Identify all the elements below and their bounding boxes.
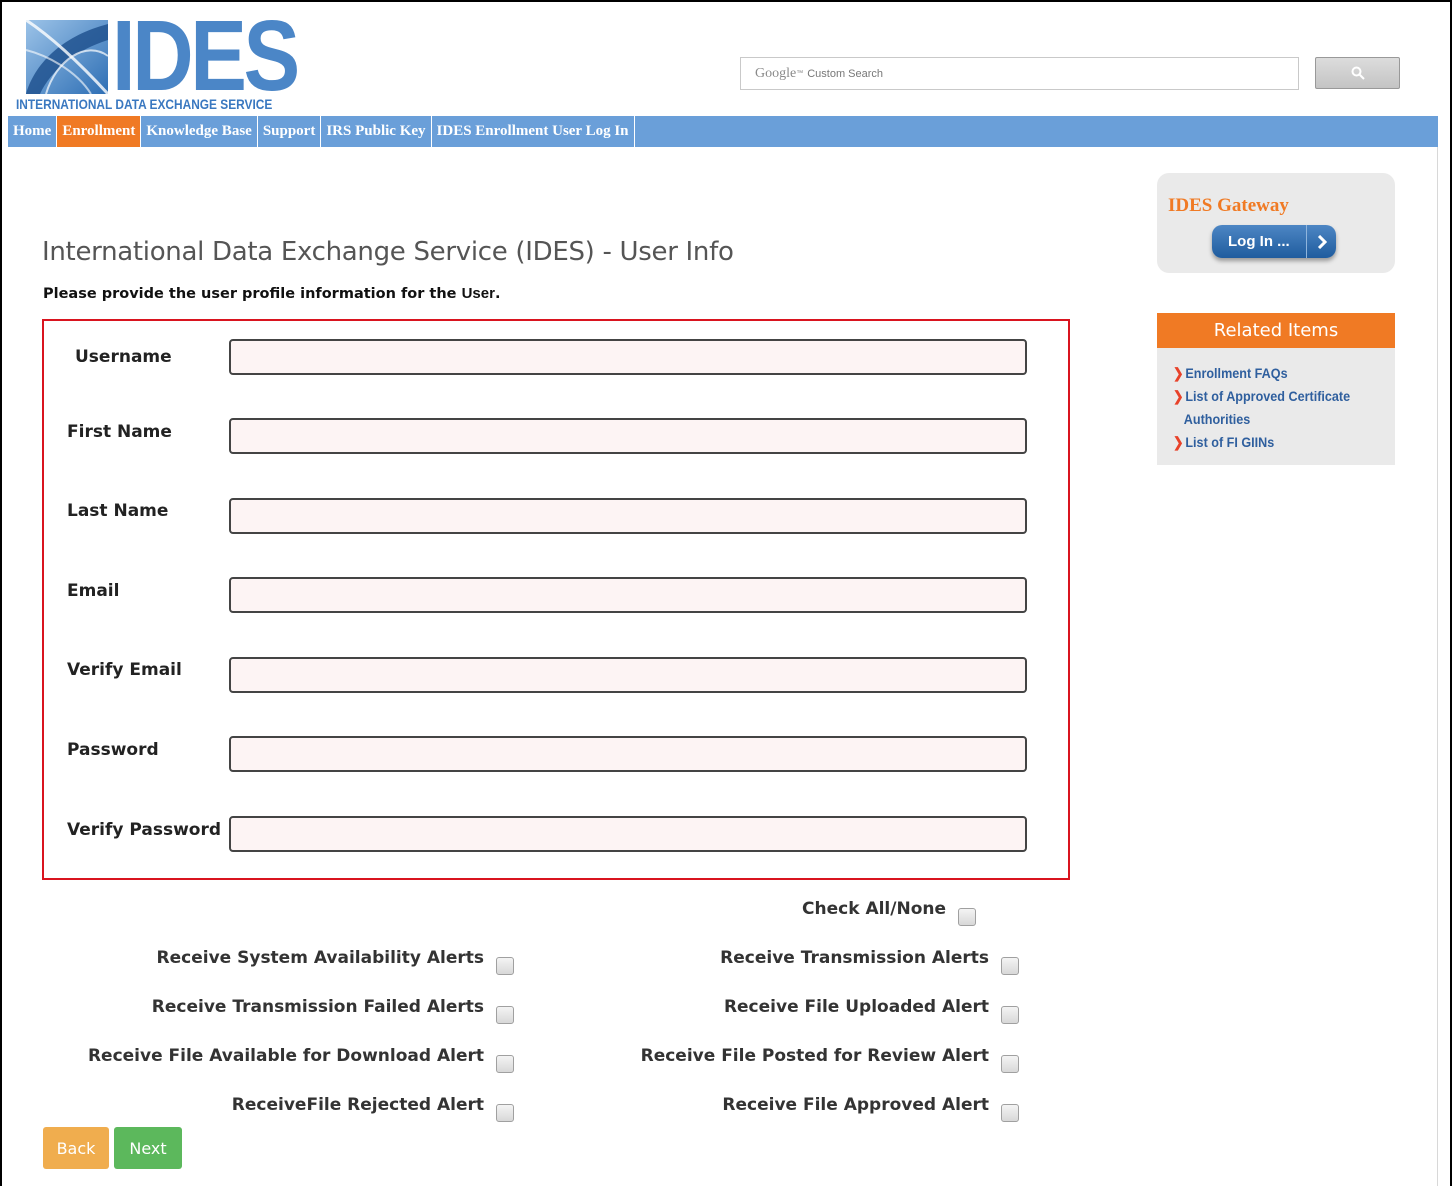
main-nav: Home Enrollment Knowledge Base Support I… bbox=[8, 116, 1438, 147]
content-divider bbox=[1437, 147, 1438, 1186]
instruction-text: Please provide the user profile informat… bbox=[43, 285, 500, 302]
file-available-download-alert-checkbox[interactable] bbox=[496, 1055, 514, 1073]
nav-enrollment[interactable]: Enrollment bbox=[57, 116, 142, 147]
related-items-panel: Related Items ❯ Enrollment FAQs ❯ List of … bbox=[1157, 313, 1395, 465]
search-icon bbox=[1351, 66, 1365, 80]
back-button[interactable]: Back bbox=[43, 1127, 109, 1169]
password-field[interactable] bbox=[229, 736, 1027, 772]
chevron-right-icon: ❯ bbox=[1173, 365, 1184, 381]
search-input[interactable]: Google ™ Custom Search bbox=[740, 57, 1299, 90]
related-link-enrollment-faqs[interactable]: ❯ Enrollment FAQs bbox=[1173, 362, 1373, 385]
nav-enrollment-user-login[interactable]: IDES Enrollment User Log In bbox=[432, 116, 635, 147]
verify-email-field[interactable] bbox=[229, 657, 1027, 693]
chevron-right-icon bbox=[1306, 225, 1336, 258]
username-label: Username bbox=[75, 347, 172, 367]
logo-subtitle: INTERNATIONAL DATA EXCHANGE SERVICE bbox=[16, 96, 273, 112]
nav-support[interactable]: Support bbox=[258, 116, 322, 147]
alert-label: ReceiveFile Rejected Alert bbox=[231, 1095, 484, 1115]
logo-wordmark: IDES bbox=[112, 0, 300, 112]
google-tm: ™ bbox=[796, 70, 804, 77]
search-placeholder: Custom Search bbox=[807, 67, 884, 80]
first-name-label: First Name bbox=[67, 422, 172, 442]
file-rejected-alert-checkbox[interactable] bbox=[496, 1104, 514, 1122]
alert-label: Receive System Availability Alerts bbox=[156, 948, 484, 968]
check-all-checkbox[interactable] bbox=[958, 908, 976, 926]
system-availability-alerts-checkbox[interactable] bbox=[496, 957, 514, 975]
login-label: Log In ... bbox=[1228, 233, 1290, 250]
ides-logo[interactable]: IDES INTERNATIONAL DATA EXCHANGE SERVICE bbox=[12, 6, 300, 112]
alert-label: Receive Transmission Failed Alerts bbox=[151, 997, 484, 1017]
alert-label: Receive File Posted for Review Alert bbox=[640, 1046, 989, 1066]
alert-label: Receive File Uploaded Alert bbox=[723, 997, 989, 1017]
transmission-alerts-checkbox[interactable] bbox=[1001, 957, 1019, 975]
alert-label: Receive File Available for Download Aler… bbox=[87, 1046, 484, 1066]
search-button[interactable] bbox=[1315, 57, 1400, 89]
chevron-right-icon: ❯ bbox=[1173, 434, 1184, 450]
email-field[interactable] bbox=[229, 577, 1027, 613]
verify-email-label: Verify Email bbox=[67, 660, 182, 680]
next-button[interactable]: Next bbox=[114, 1127, 182, 1169]
related-link-label: List of FI GIINs bbox=[1185, 434, 1275, 450]
related-items-title: Related Items bbox=[1157, 313, 1395, 348]
related-link-label-continued: Authorities bbox=[1183, 411, 1251, 427]
globe-icon bbox=[25, 18, 110, 96]
email-label: Email bbox=[67, 581, 120, 601]
nav-irs-public-key[interactable]: IRS Public Key bbox=[321, 116, 432, 147]
related-link-fi-giins[interactable]: ❯ List of FI GIINs bbox=[1173, 431, 1373, 454]
nav-home[interactable]: Home bbox=[8, 116, 58, 147]
file-approved-alert-checkbox[interactable] bbox=[1001, 1104, 1019, 1122]
related-link-label: Enrollment FAQs bbox=[1185, 365, 1288, 381]
verify-password-field[interactable] bbox=[229, 816, 1027, 852]
google-label: Google bbox=[755, 65, 797, 81]
gateway-title: IDES Gateway bbox=[1168, 195, 1289, 216]
ides-gateway-panel: IDES Gateway Log In ... bbox=[1157, 173, 1395, 273]
nav-knowledge-base[interactable]: Knowledge Base bbox=[141, 116, 258, 147]
instruction-emphasis: User bbox=[461, 285, 495, 302]
last-name-label: Last Name bbox=[67, 501, 169, 521]
file-posted-review-alert-checkbox[interactable] bbox=[1001, 1055, 1019, 1073]
instruction-suffix: . bbox=[494, 286, 501, 302]
check-all-label: Check All/None bbox=[802, 899, 946, 919]
related-link-approved-cas[interactable]: ❯ List of Approved Certificate Authoritie… bbox=[1173, 385, 1373, 431]
password-label: Password bbox=[67, 740, 159, 760]
first-name-field[interactable] bbox=[229, 418, 1027, 454]
page-title: International Data Exchange Service (IDE… bbox=[42, 237, 734, 267]
verify-password-label: Verify Password bbox=[67, 820, 222, 840]
gateway-login-button[interactable]: Log In ... bbox=[1212, 225, 1336, 258]
related-link-label: List of Approved Certificate bbox=[1185, 388, 1351, 404]
last-name-field[interactable] bbox=[229, 498, 1027, 534]
instruction-prefix: Please provide the user profile informat… bbox=[43, 286, 462, 302]
chevron-right-icon: ❯ bbox=[1173, 388, 1184, 404]
file-uploaded-alert-checkbox[interactable] bbox=[1001, 1006, 1019, 1024]
alert-label: Receive Transmission Alerts bbox=[720, 948, 989, 968]
transmission-failed-alerts-checkbox[interactable] bbox=[496, 1006, 514, 1024]
username-field[interactable] bbox=[229, 339, 1027, 375]
alert-label: Receive File Approved Alert bbox=[722, 1095, 989, 1115]
